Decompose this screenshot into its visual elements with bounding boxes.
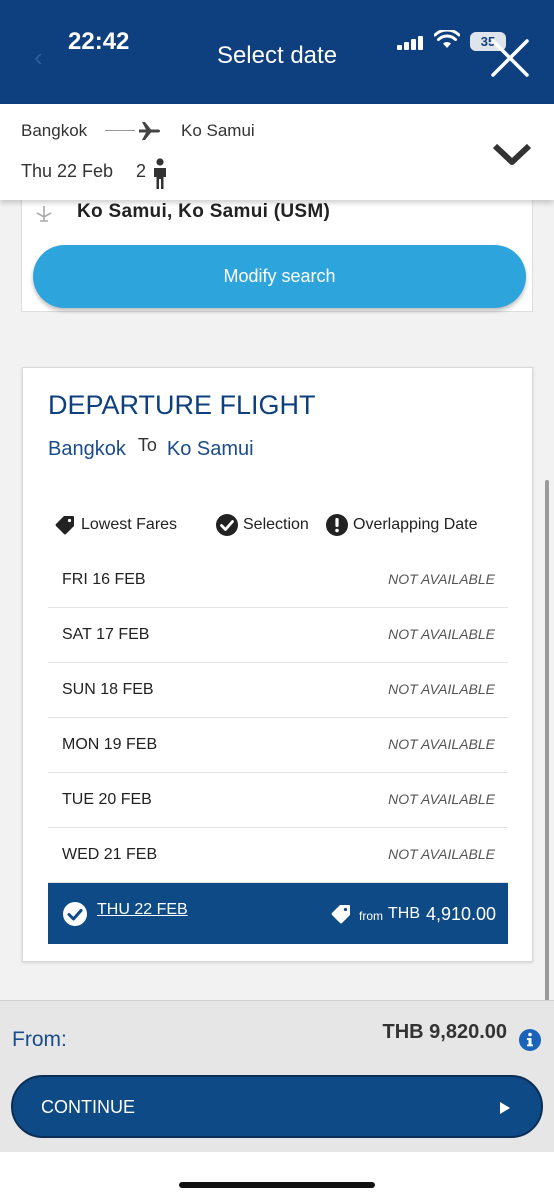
check-circle-icon xyxy=(63,902,87,926)
person-icon xyxy=(154,158,166,189)
close-icon[interactable] xyxy=(488,36,532,80)
trip-origin: Bangkok xyxy=(21,121,88,140)
continue-button[interactable]: CONTINUE xyxy=(11,1075,543,1138)
caret-right-icon xyxy=(500,1102,510,1114)
route-line xyxy=(105,130,135,131)
date-list: FRI 16 FEB NOT AVAILABLE SAT 17 FEB NOT … xyxy=(48,553,508,944)
date-row[interactable]: FRI 16 FEB NOT AVAILABLE xyxy=(48,553,508,608)
date-label: MON 19 FEB xyxy=(62,736,158,753)
route-from-city: Bangkok xyxy=(48,438,126,460)
trip-summary[interactable]: Bangkok Ko Samui Thu 22 Feb 2 xyxy=(0,104,554,200)
airport-name: Ko Samui, Ko Samui (USM) xyxy=(77,201,331,222)
modify-search-button[interactable]: Modify search xyxy=(33,245,526,308)
footer-bar: From: THB 9,820.00 CONTINUE xyxy=(0,1000,554,1152)
date-label: SUN 18 FEB xyxy=(62,681,154,698)
availability-status: NOT AVAILABLE xyxy=(388,681,495,697)
date-label: TUE 20 FEB xyxy=(62,791,152,808)
from-label: from xyxy=(359,909,383,923)
selected-date-link[interactable]: THU 22 FEB xyxy=(97,901,188,919)
wifi-icon xyxy=(434,30,460,48)
check-circle-icon xyxy=(216,514,238,536)
plane-icon xyxy=(139,122,160,140)
availability-status: NOT AVAILABLE xyxy=(388,626,495,642)
passenger-count: 2 xyxy=(136,161,147,181)
arrival-plane-icon xyxy=(36,206,52,222)
trip-destination: Ko Samui xyxy=(181,121,255,140)
date-row[interactable]: MON 19 FEB NOT AVAILABLE xyxy=(48,718,508,773)
date-row[interactable]: SUN 18 FEB NOT AVAILABLE xyxy=(48,663,508,718)
route-to-word: To xyxy=(137,435,157,455)
availability-status: NOT AVAILABLE xyxy=(388,571,495,587)
route-to-city: Ko Samui xyxy=(166,438,254,460)
date-label: SAT 17 FEB xyxy=(62,626,150,643)
total-price: THB 9,820.00 xyxy=(382,1021,507,1043)
scrollbar[interactable] xyxy=(545,480,549,1040)
date-row[interactable]: SAT 17 FEB NOT AVAILABLE xyxy=(48,608,508,663)
date-row[interactable]: WED 21 FEB NOT AVAILABLE xyxy=(48,828,508,883)
continue-label: CONTINUE xyxy=(41,1097,135,1117)
departure-route: Bangkok To Ko Samui xyxy=(48,435,254,461)
date-row[interactable]: TUE 20 FEB NOT AVAILABLE xyxy=(48,773,508,828)
chevron-down-icon[interactable] xyxy=(492,142,532,168)
price-tag-icon xyxy=(55,516,74,535)
currency: THB xyxy=(388,905,420,922)
info-icon[interactable] xyxy=(518,1028,542,1052)
selected-date-row[interactable]: THU 22 FEB from THB 4,910.00 xyxy=(48,883,508,944)
availability-status: NOT AVAILABLE xyxy=(388,846,495,862)
safe-area xyxy=(0,1152,554,1200)
departure-title: DEPARTURE FLIGHT xyxy=(48,390,316,420)
app-header: ‹ 22:42 Select date 35 xyxy=(0,0,554,104)
home-indicator[interactable] xyxy=(179,1182,375,1188)
trip-date: Thu 22 Feb xyxy=(21,161,114,181)
fare-price: 4,910.00 xyxy=(426,904,497,924)
exclamation-circle-icon xyxy=(326,514,348,536)
availability-status: NOT AVAILABLE xyxy=(388,736,495,752)
date-label: FRI 16 FEB xyxy=(62,571,146,588)
search-card: Ko Samui, Ko Samui (USM) Modify search xyxy=(21,196,533,312)
total-from-label: From: xyxy=(12,1028,67,1051)
price-tag-icon xyxy=(331,905,350,924)
signal-icon xyxy=(397,36,425,50)
availability-status: NOT AVAILABLE xyxy=(388,791,495,807)
date-label: WED 21 FEB xyxy=(62,846,158,863)
departure-card: DEPARTURE FLIGHT Bangkok To Ko Samui Lowes… xyxy=(22,367,533,962)
legend: Lowest Fares Selection Overlapping Date xyxy=(53,511,523,539)
